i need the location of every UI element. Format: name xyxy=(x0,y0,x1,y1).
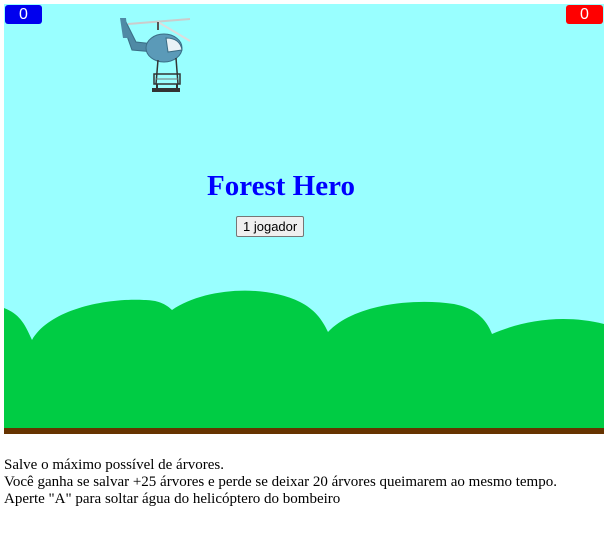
game-title-text: Forest Hero xyxy=(207,170,355,202)
game-title: Forest Hero xyxy=(4,168,604,204)
one-player-button[interactable]: 1 jogador xyxy=(236,216,305,237)
ground-strip xyxy=(4,428,604,434)
instruction-line: Aperte "A" para soltar água do helicópte… xyxy=(4,491,341,507)
helicopter-icon xyxy=(120,18,191,92)
game-canvas[interactable]: 0 0 Forest Hero 1 jogador xyxy=(4,4,604,434)
score-badge-red: 0 xyxy=(566,5,603,24)
forest-trees xyxy=(4,290,604,434)
score-badge-blue: 0 xyxy=(5,5,42,24)
instruction-line: Você ganha se salvar +25 árvores e perde… xyxy=(4,474,557,490)
instruction-line: Salve o máximo possível de árvores. xyxy=(4,457,224,473)
tree-canopy xyxy=(4,290,604,428)
instructions: Salve o máximo possível de árvores. Você… xyxy=(4,457,604,508)
